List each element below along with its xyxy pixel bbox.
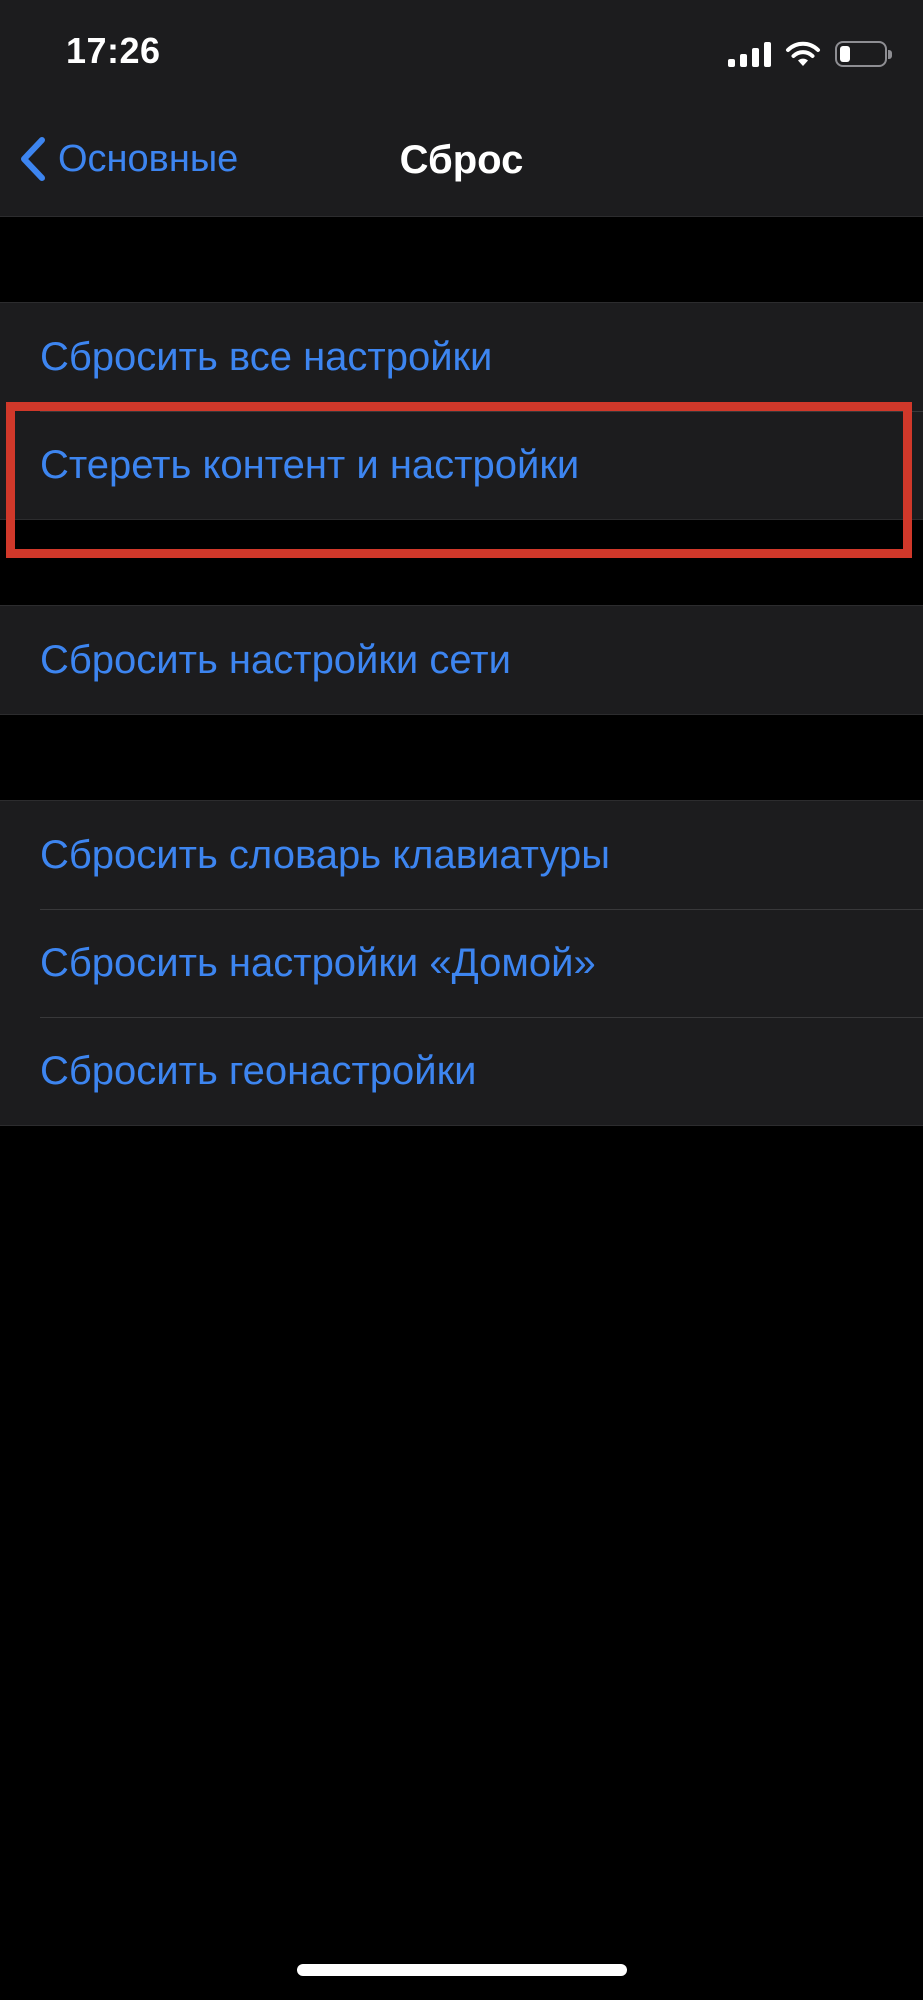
reset-all-settings-row[interactable]: Сбросить все настройки xyxy=(0,303,923,411)
reset-location-privacy-row[interactable]: Сбросить геонастройки xyxy=(0,1017,923,1125)
reset-network-settings-label: Сбросить настройки сети xyxy=(40,637,511,682)
reset-all-settings-label: Сбросить все настройки xyxy=(40,334,493,379)
reset-keyboard-dictionary-row[interactable]: Сбросить словарь клавиатуры xyxy=(0,801,923,909)
cellular-signal-icon xyxy=(728,41,771,67)
page-title: Сброс xyxy=(399,138,524,182)
battery-icon xyxy=(835,41,892,67)
battery-level xyxy=(840,46,850,62)
reset-home-screen-layout-row[interactable]: Сбросить настройки «Домой» xyxy=(0,909,923,1017)
reset-location-privacy-label: Сбросить геонастройки xyxy=(40,1048,477,1093)
status-icons xyxy=(728,40,892,68)
wifi-icon xyxy=(786,41,820,66)
settings-group-2: Сбросить настройки сети xyxy=(0,605,923,715)
settings-group-1: Сбросить все настройки Стереть контент и… xyxy=(0,302,923,520)
reset-home-screen-layout-label: Сбросить настройки «Домой» xyxy=(40,940,596,985)
reset-network-settings-row[interactable]: Сбросить настройки сети xyxy=(0,606,923,714)
home-indicator[interactable] xyxy=(297,1964,627,1976)
erase-content-and-settings-label: Стереть контент и настройки xyxy=(40,442,580,487)
erase-content-and-settings-row[interactable]: Стереть контент и настройки xyxy=(0,411,923,519)
settings-group-3: Сбросить словарь клавиатуры Сбросить нас… xyxy=(0,800,923,1126)
header: 17:26 Основные Сброс xyxy=(0,0,923,217)
reset-keyboard-dictionary-label: Сбросить словарь клавиатуры xyxy=(40,832,610,877)
status-time: 17:26 xyxy=(66,30,161,71)
